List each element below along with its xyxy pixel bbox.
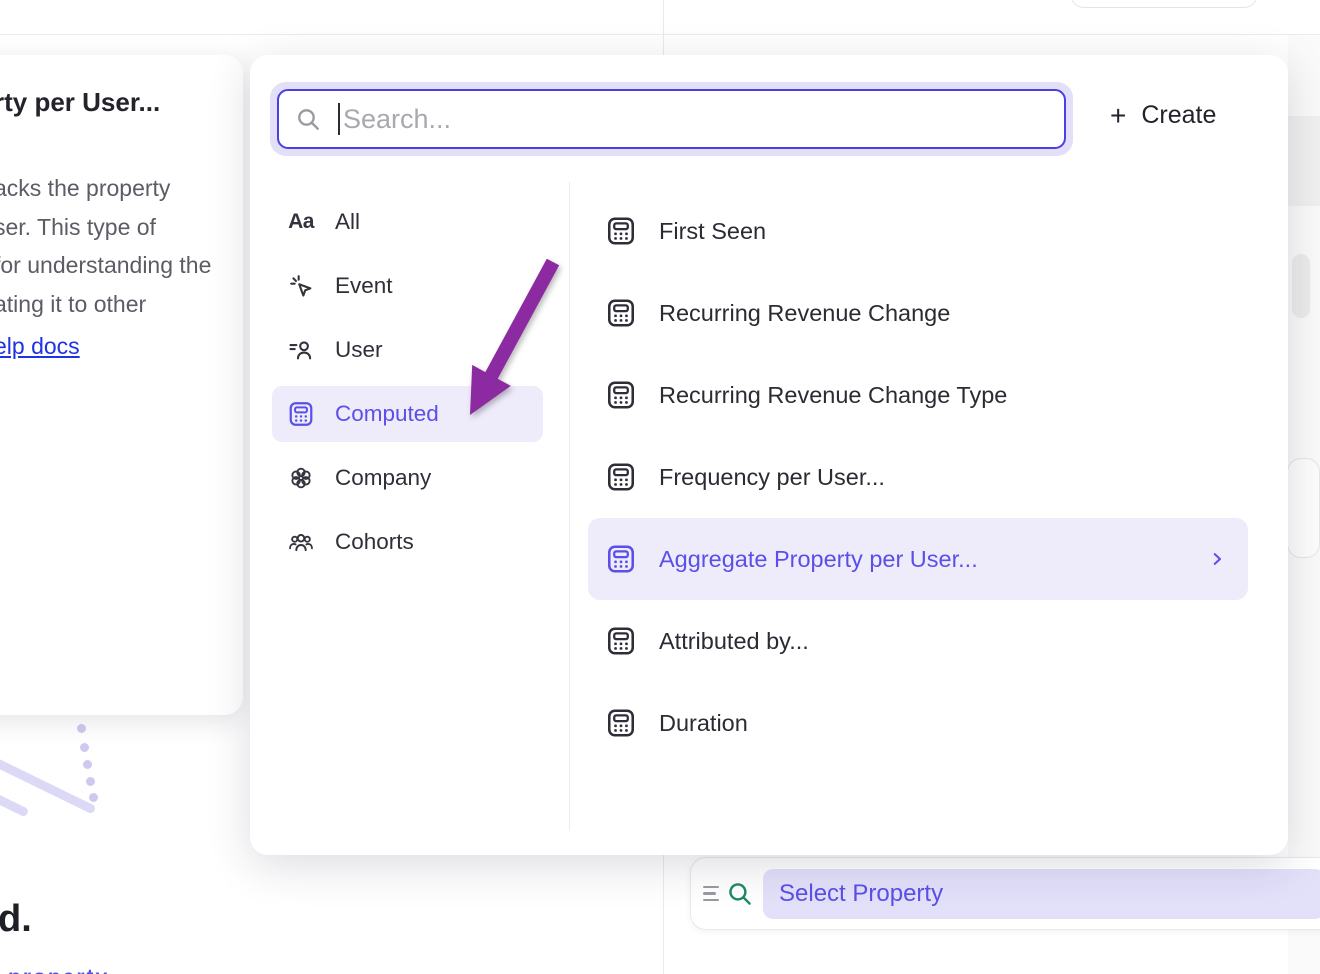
background-right-panel-block <box>1288 116 1320 206</box>
select-property-card: Select Property <box>690 857 1320 930</box>
user-icon <box>287 336 315 364</box>
sidebar-item-event[interactable]: Event <box>272 258 543 314</box>
select-property-label: Select Property <box>779 880 943 908</box>
tooltip-title: rty per User... <box>0 87 160 118</box>
calculator-icon <box>605 461 637 493</box>
property-row-first-seen[interactable]: First Seen <box>588 190 1248 272</box>
modal-body: Aa All Event User Computed Company <box>250 182 1288 831</box>
sidebar-item-label: Computed <box>335 401 439 427</box>
search-box[interactable] <box>277 89 1066 149</box>
screen: d. property rty per User... acks the pro… <box>0 0 1320 974</box>
property-label: Attributed by... <box>659 628 809 655</box>
calculator-icon <box>605 297 637 329</box>
plus-icon: + <box>1110 102 1126 130</box>
property-row-aggregate-property-per-user[interactable]: Aggregate Property per User... <box>588 518 1248 600</box>
tooltip-body-line: ser. This type of <box>0 208 211 247</box>
search-icon <box>295 106 322 133</box>
help-docs-link[interactable]: elp docs <box>0 327 80 366</box>
property-label: Aggregate Property per User... <box>659 546 978 573</box>
property-row-frequency-per-user[interactable]: Frequency per User... <box>588 436 1248 518</box>
sidebar-item-all[interactable]: Aa All <box>272 194 543 250</box>
property-picker-modal: + Create Aa All Event User Com <box>250 55 1288 855</box>
cohorts-icon <box>287 528 315 556</box>
company-icon <box>287 464 315 492</box>
tooltip-body: acks the property ser. This type of for … <box>0 169 211 366</box>
property-label: First Seen <box>659 218 766 245</box>
illustration-dot <box>89 793 98 802</box>
tooltip-body-line: acks the property <box>0 169 211 208</box>
sidebar-item-computed[interactable]: Computed <box>272 386 543 442</box>
sidebar-item-label: User <box>335 337 383 363</box>
background-right-panel-blob <box>1292 254 1310 318</box>
select-property-button[interactable]: Select Property <box>763 869 1320 919</box>
calculator-icon <box>605 625 637 657</box>
calculator-icon <box>605 543 637 575</box>
chevron-right-icon <box>1208 547 1226 571</box>
create-button-label: Create <box>1141 101 1216 130</box>
property-tooltip-card: rty per User... acks the property ser. T… <box>0 55 243 715</box>
illustration-dot <box>86 777 95 786</box>
property-row-recurring-revenue-change-type[interactable]: Recurring Revenue Change Type <box>588 354 1248 436</box>
sidebar-item-label: Event <box>335 273 393 299</box>
sidebar-item-company[interactable]: Company <box>272 450 543 506</box>
sidebar-item-label: All <box>335 209 360 235</box>
tooltip-body-line: for understanding the <box>0 246 211 285</box>
background-right-panel-card <box>1287 458 1320 558</box>
create-button[interactable]: + Create <box>1110 101 1216 130</box>
tooltip-body-line: ating it to other <box>0 285 211 324</box>
property-list: First Seen Recurring Revenue Change Recu… <box>570 182 1288 831</box>
calculator-icon <box>287 400 315 428</box>
property-label: Frequency per User... <box>659 464 885 491</box>
background-topbar-button <box>1070 0 1258 8</box>
illustration-dot <box>77 724 86 733</box>
sidebar-item-label: Cohorts <box>335 529 414 555</box>
calculator-icon <box>605 707 637 739</box>
category-sidebar: Aa All Event User Computed Company <box>250 182 570 831</box>
property-label: Recurring Revenue Change <box>659 300 950 327</box>
green-search-icon <box>726 880 754 908</box>
sidebar-item-label: Company <box>335 465 431 491</box>
sidebar-item-user[interactable]: User <box>272 322 543 378</box>
property-label: Recurring Revenue Change Type <box>659 382 1007 409</box>
text-cursor <box>338 103 340 135</box>
illustration-dot <box>80 743 89 752</box>
illustration-line <box>0 780 29 817</box>
calculator-icon <box>605 379 637 411</box>
background-clipped-link: property <box>8 966 128 974</box>
search-focus-ring <box>270 82 1073 156</box>
calculator-icon <box>605 215 637 247</box>
property-row-recurring-revenue-change[interactable]: Recurring Revenue Change <box>588 272 1248 354</box>
search-input[interactable] <box>343 104 1064 135</box>
property-row-attributed-by[interactable]: Attributed by... <box>588 600 1248 682</box>
sidebar-item-cohorts[interactable]: Cohorts <box>272 514 543 570</box>
property-row-duration[interactable]: Duration <box>588 682 1248 764</box>
clipped-link-fragment: property <box>8 966 109 974</box>
illustration-dot <box>83 760 92 769</box>
property-label: Duration <box>659 710 748 737</box>
text-aa-icon: Aa <box>287 210 315 234</box>
drag-handle-icon[interactable] <box>703 886 719 902</box>
event-cursor-icon <box>287 272 315 300</box>
background-heading-fragment: d. <box>0 898 32 941</box>
